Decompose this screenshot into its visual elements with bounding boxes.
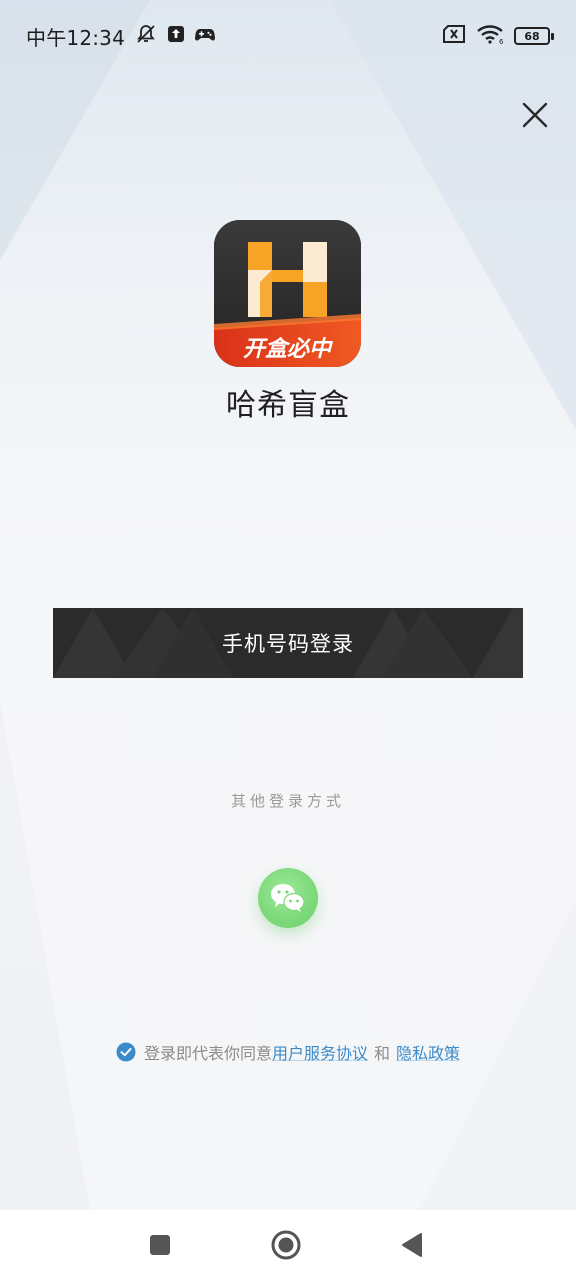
close-button[interactable] bbox=[518, 98, 552, 132]
status-right: 6 68 bbox=[442, 24, 554, 49]
privacy-policy-link[interactable]: 隐私政策 bbox=[396, 1040, 460, 1064]
agreement-prefix: 登录即代表你同意 bbox=[143, 1044, 272, 1063]
other-login-methods-label: 其他登录方式 bbox=[230, 792, 345, 810]
home-circle-icon bbox=[271, 1230, 301, 1260]
battery-level: 68 bbox=[524, 29, 540, 43]
status-bar: 中午12:34 6 68 bbox=[0, 0, 576, 72]
wechat-icon bbox=[271, 884, 305, 912]
phone-login-label: 手机号码登录 bbox=[222, 632, 354, 656]
recents-button[interactable] bbox=[143, 1228, 177, 1262]
icon-slogan: 开盒必中 bbox=[243, 336, 333, 362]
gamepad-icon bbox=[195, 24, 216, 48]
wifi-icon: 6 bbox=[476, 24, 504, 49]
user-agreement-link[interactable]: 用户服务协议 bbox=[272, 1040, 368, 1064]
agreement-and: 和 bbox=[374, 1044, 391, 1063]
svg-text:6: 6 bbox=[499, 38, 504, 44]
app-logo: 开盒必中 bbox=[214, 220, 361, 367]
phone-login-button[interactable]: 手机号码登录 bbox=[53, 608, 523, 678]
background bbox=[0, 0, 576, 1210]
back-triangle-icon bbox=[402, 1233, 422, 1257]
navigation-bar bbox=[0, 1210, 576, 1280]
status-time: 中午12:34 bbox=[26, 25, 126, 50]
battery-icon: 68 bbox=[514, 27, 554, 45]
status-left: 中午12:34 bbox=[26, 22, 216, 51]
recents-square-icon bbox=[150, 1235, 170, 1255]
back-button[interactable] bbox=[395, 1228, 429, 1262]
agreement-checkbox[interactable] bbox=[116, 1042, 136, 1062]
agreement-row: 登录即代表你同意 用户服务协议 和 隐私政策 bbox=[0, 1040, 576, 1064]
close-icon bbox=[522, 102, 548, 128]
upload-icon bbox=[167, 24, 185, 48]
sim-error-icon bbox=[442, 24, 466, 48]
mute-bell-icon bbox=[135, 23, 157, 50]
home-button[interactable] bbox=[269, 1228, 303, 1262]
wechat-login-button[interactable] bbox=[258, 868, 318, 928]
app-name: 哈希盲盒 bbox=[226, 388, 350, 423]
